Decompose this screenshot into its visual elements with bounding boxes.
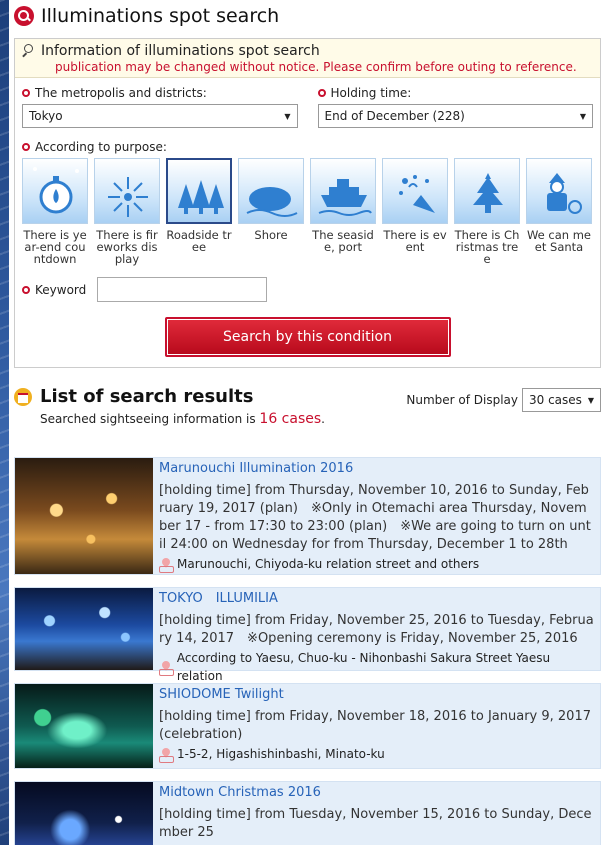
purpose-option-seaside-port[interactable]: The seaside, port: [310, 158, 376, 265]
purpose-option-countdown[interactable]: There is year-end countdown: [22, 158, 88, 265]
required-dot-icon: [317, 89, 326, 97]
notice-text: publication may be changed without notic…: [55, 60, 577, 74]
required-dot-icon: [22, 285, 30, 294]
result-address: According to Yaesu, Chuo-ku - Nihonbashi…: [176, 651, 551, 683]
result-item: SHIODOME Twilight [holding time] from Fr…: [14, 683, 601, 769]
result-holding-time: [holding time] from Thursday, November 1…: [159, 483, 591, 552]
region-label: The metropolis and districts:: [35, 86, 207, 100]
result-title-link[interactable]: SHIODOME Twilight: [159, 686, 594, 704]
results-summary: Searched sightseeing information is 16 c…: [40, 411, 325, 427]
purpose-option-christmas-tree[interactable]: There is Christmas tree: [454, 158, 520, 265]
search-icon: [14, 6, 34, 26]
map-pin-icon: [159, 558, 174, 573]
calendar-icon: [14, 387, 32, 406]
holding-time-select[interactable]: End of December (228) ▼: [317, 104, 593, 128]
result-title-link[interactable]: TOKYO ILLUMILIA: [159, 590, 594, 608]
fireworks-icon: [108, 177, 148, 217]
results-header: List of search results Searched sightsee…: [14, 386, 601, 427]
search-panel-header: Information of illuminations spot search…: [15, 39, 600, 78]
display-count-label: Number of Display: [406, 393, 518, 407]
result-thumbnail[interactable]: [15, 684, 153, 768]
decorative-side-strip: [0, 0, 9, 845]
trees-icon: [178, 180, 224, 214]
purpose-option-fireworks[interactable]: There is fireworks display: [94, 158, 160, 265]
result-title-link[interactable]: Midtown Christmas 2016: [159, 784, 594, 802]
region-select[interactable]: Tokyo ▼: [22, 104, 298, 128]
display-count-select[interactable]: 30 cases ▼: [522, 388, 601, 412]
christmas-tree-icon: [473, 173, 503, 213]
result-thumbnail[interactable]: [15, 588, 153, 670]
required-dot-icon: [22, 143, 30, 151]
result-thumbnail[interactable]: [15, 458, 153, 574]
time-label: Holding time:: [330, 86, 412, 100]
purpose-label: According to purpose:: [35, 140, 167, 154]
result-item: TOKYO ILLUMILIA [holding time] from Frid…: [14, 587, 601, 683]
search-button-label: Search by this condition: [167, 320, 448, 354]
keyword-input[interactable]: [97, 277, 267, 302]
result-holding-time: [holding time] from Friday, November 25,…: [159, 613, 594, 646]
result-thumbnail[interactable]: [15, 782, 153, 845]
page: Illuminations spot search Information of…: [14, 0, 601, 845]
holding-time-select-value: End of December (228): [324, 109, 465, 123]
region-select-value: Tokyo: [29, 109, 63, 123]
search-form: The metropolis and districts: Tokyo ▼ Ho…: [15, 78, 600, 367]
ship-icon: [318, 179, 372, 216]
result-item: Midtown Christmas 2016 [holding time] fr…: [14, 781, 601, 845]
purpose-options: There is year-end countdown There is fir…: [22, 158, 593, 265]
stopwatch-icon: [33, 167, 79, 214]
purpose-option-santa[interactable]: We can meet Santa: [526, 158, 592, 265]
search-panel-title: Information of illuminations spot search: [41, 43, 320, 59]
page-title: Illuminations spot search: [41, 5, 280, 27]
caret-down-icon: ▼: [587, 395, 594, 405]
caret-down-icon: ▼: [579, 111, 586, 121]
result-address: 1-5-2, Higashishinbashi, Minato-ku: [177, 747, 385, 761]
santa-icon: [547, 173, 582, 214]
map-pin-icon: [159, 748, 174, 763]
results-count: 16 cases: [259, 411, 322, 427]
purpose-option-roadside-tree[interactable]: Roadside tree: [166, 158, 232, 265]
results-list: Marunouchi Illumination 2016 [holding ti…: [14, 457, 601, 845]
result-title-link[interactable]: Marunouchi Illumination 2016: [159, 460, 594, 478]
purpose-option-event[interactable]: There is event: [382, 158, 448, 265]
required-dot-icon: [22, 89, 30, 97]
search-panel: Information of illuminations spot search…: [14, 38, 601, 368]
shore-icon: [246, 187, 298, 217]
caret-down-icon: ▼: [284, 111, 291, 121]
results-title: List of search results: [40, 386, 254, 407]
result-holding-time: [holding time] from Friday, November 18,…: [159, 709, 591, 742]
result-address: Marunouchi, Chiyoda-ku relation street a…: [177, 557, 480, 571]
result-holding-time: [holding time] from Tuesday, November 15…: [159, 807, 592, 840]
search-button[interactable]: Search by this condition: [164, 317, 451, 357]
result-item: Marunouchi Illumination 2016 [holding ti…: [14, 457, 601, 575]
title-row: Illuminations spot search: [14, 0, 601, 32]
purpose-option-shore[interactable]: Shore: [238, 158, 304, 265]
map-pin-icon: [159, 661, 174, 676]
keyword-label: Keyword: [35, 282, 87, 297]
magnifier-icon: [21, 44, 35, 58]
party-popper-icon: [399, 175, 435, 213]
